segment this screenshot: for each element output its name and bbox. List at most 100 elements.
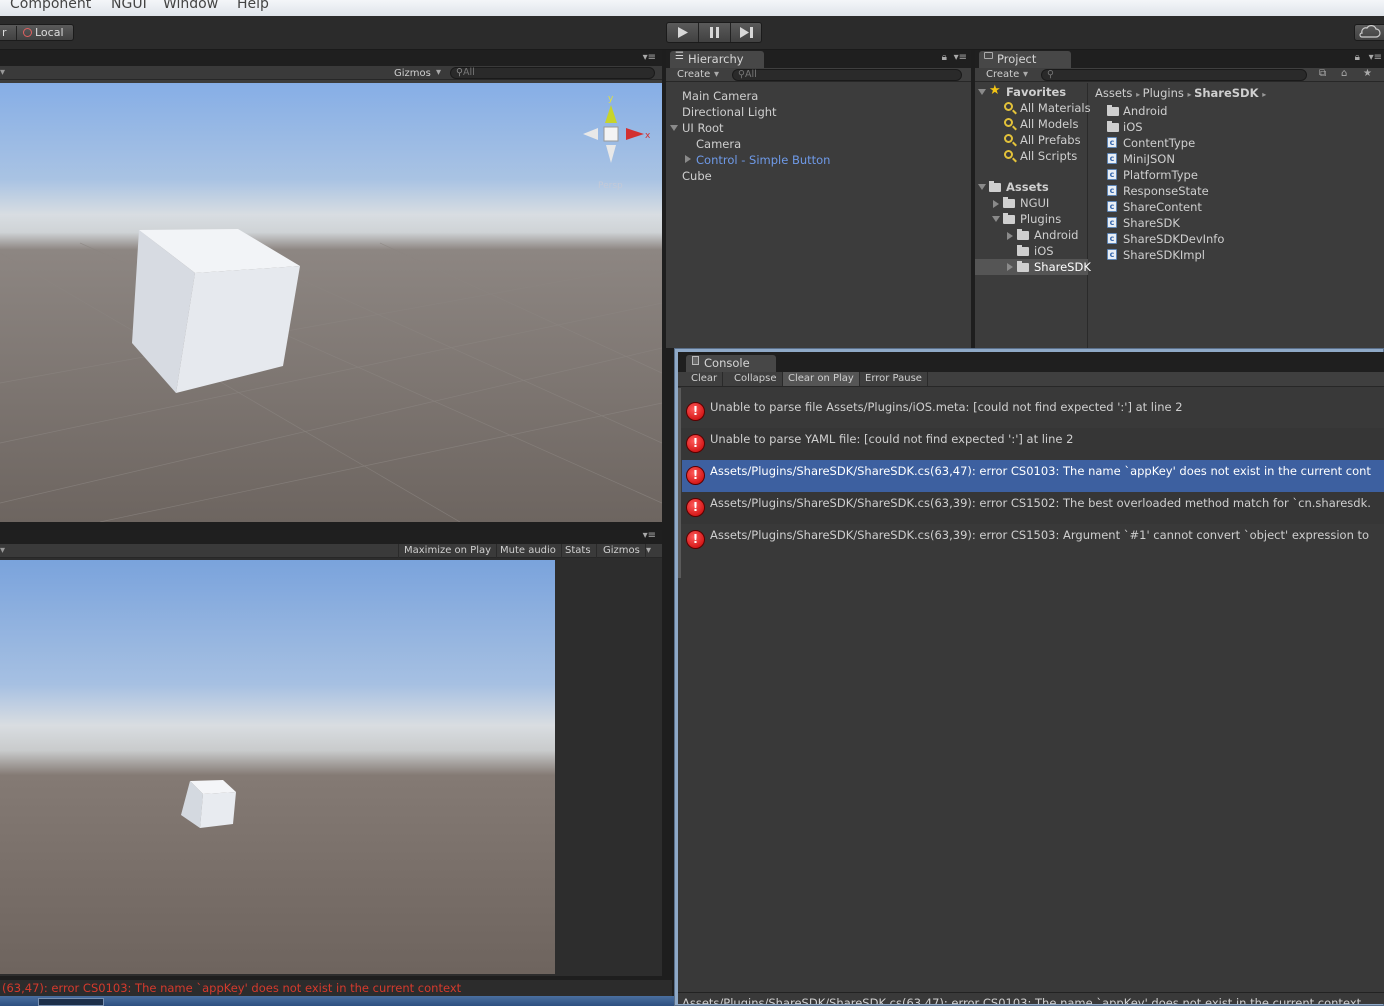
favorite-item[interactable]: All Scripts xyxy=(1020,149,1077,163)
folder-icon xyxy=(984,52,993,59)
project-create-dropdown[interactable]: Create xyxy=(986,69,1019,80)
search-icon: ⚲ xyxy=(456,67,463,78)
asset-item[interactable]: Android xyxy=(1123,104,1167,118)
panel-menu-icon[interactable]: ▾≡ xyxy=(1369,52,1382,63)
menu-component[interactable]: Component xyxy=(10,0,91,12)
favorite-star-icon[interactable]: ★ xyxy=(1363,68,1372,79)
console-detail-text: Assets/Plugins/ShareSDK/ShareSDK.cs(63,4… xyxy=(682,996,1362,1004)
collapse-arrow-icon[interactable] xyxy=(685,155,691,163)
tree-item-ios[interactable]: iOS xyxy=(1034,244,1054,258)
tab-project[interactable]: Project xyxy=(979,51,1071,69)
tab-hierarchy-label: Hierarchy xyxy=(688,52,744,66)
game-viewport[interactable] xyxy=(0,560,555,974)
scene-gizmos-dropdown[interactable]: Gizmos xyxy=(394,68,431,79)
assets-root[interactable]: Assets xyxy=(1006,180,1049,194)
tab-console[interactable]: Console xyxy=(686,355,776,372)
favorites-label[interactable]: Favorites xyxy=(1006,85,1066,99)
console-log-row[interactable]: ! Assets/Plugins/ShareSDK/ShareSDK.cs(63… xyxy=(678,492,1384,524)
pause-button[interactable] xyxy=(699,23,731,42)
play-button[interactable] xyxy=(667,23,699,42)
hierarchy-item[interactable]: Main Camera xyxy=(682,89,758,103)
favorite-item[interactable]: All Prefabs xyxy=(1020,133,1081,147)
asset-item[interactable]: ShareSDK xyxy=(1123,216,1180,230)
menu-help[interactable]: Help xyxy=(237,0,269,12)
game-gizmos-dropdown[interactable]: Gizmos xyxy=(598,544,646,558)
breadcrumb-item[interactable]: Assets xyxy=(1095,86,1132,100)
asset-item[interactable]: iOS xyxy=(1123,120,1143,134)
asset-item[interactable]: ContentType xyxy=(1123,136,1195,150)
scene-search-input[interactable]: ⚲All xyxy=(450,67,655,79)
stats-toggle[interactable]: Stats xyxy=(560,544,597,558)
breadcrumb-item-current[interactable]: ShareSDK xyxy=(1194,86,1258,100)
expand-arrow-icon[interactable] xyxy=(992,216,1000,222)
console-icon xyxy=(692,356,699,365)
tree-item-sharesdk-selected[interactable]: ShareSDK xyxy=(975,259,1091,275)
mute-audio-toggle[interactable]: Mute audio xyxy=(495,544,562,558)
hierarchy-item[interactable]: Cube xyxy=(682,169,712,183)
collapse-arrow-icon[interactable] xyxy=(1007,263,1013,271)
persp-label: Persp xyxy=(598,181,623,191)
project-search-input[interactable]: ⚲ xyxy=(1041,69,1307,81)
console-scrollbar[interactable] xyxy=(678,388,681,578)
favorite-item[interactable]: All Models xyxy=(1020,117,1078,131)
tab-hierarchy[interactable]: ☰ Hierarchy xyxy=(670,51,764,69)
project-panel: Project 🔒︎ ▾≡ Create ▾ ⚲ ⧉ ⌂ ★ ★ Favorit… xyxy=(975,50,1384,348)
console-log-row-selected[interactable]: ! Assets/Plugins/ShareSDK/ShareSDK.cs(63… xyxy=(682,460,1384,492)
lock-icon[interactable]: 🔒︎ xyxy=(1355,52,1360,63)
asset-item[interactable]: ShareSDKImpl xyxy=(1123,248,1205,262)
game-tabbar: ▾≡ xyxy=(0,530,662,544)
hierarchy-search-input[interactable]: ⚲All xyxy=(732,69,962,81)
console-log-row[interactable]: ! Unable to parse file Assets/Plugins/iO… xyxy=(678,396,1384,428)
tree-item-ngui[interactable]: NGUI xyxy=(1020,196,1049,210)
menu-window[interactable]: Window xyxy=(163,0,218,12)
console-clear-button[interactable]: Clear xyxy=(686,372,724,386)
favorite-item[interactable]: All Materials xyxy=(1020,101,1091,115)
csharp-script-icon: c xyxy=(1107,185,1117,196)
expand-arrow-icon[interactable] xyxy=(978,184,986,190)
hierarchy-item-prefab[interactable]: Control - Simple Button xyxy=(696,153,830,167)
panel-menu-icon[interactable]: ▾≡ xyxy=(954,52,967,63)
collapse-arrow-icon[interactable] xyxy=(993,200,999,208)
folder-icon xyxy=(1017,229,1029,240)
maximize-on-play-toggle[interactable]: Maximize on Play xyxy=(398,544,498,558)
asset-item[interactable]: MiniJSON xyxy=(1123,152,1175,166)
folder-icon xyxy=(1017,261,1029,272)
panel-menu-icon[interactable]: ▾≡ xyxy=(643,52,656,63)
filter-label-icon[interactable]: ⌂ xyxy=(1341,68,1347,79)
console-detail-area[interactable]: Assets/Plugins/ShareSDK/ShareSDK.cs(63,4… xyxy=(678,992,1384,1004)
pivot-local-toggle[interactable]: r Local xyxy=(0,24,74,41)
menu-bar: Component NGUI Window Help xyxy=(0,0,1384,16)
search-filter-icon xyxy=(1004,150,1013,159)
breadcrumb-item[interactable]: Plugins xyxy=(1143,86,1184,100)
console-collapse-toggle[interactable]: Collapse xyxy=(729,372,783,386)
lock-icon[interactable]: 🔒︎ xyxy=(942,52,947,63)
tree-item-plugins[interactable]: Plugins xyxy=(1020,212,1061,226)
scene-panel: ▾≡ ▾ Gizmos ▾ ⚲All y x Persp xyxy=(0,50,662,522)
hierarchy-toolbar: Create ▾ ⚲All xyxy=(666,68,971,82)
tree-item-android[interactable]: Android xyxy=(1034,228,1078,242)
scene-viewport[interactable]: y x Persp xyxy=(0,83,662,522)
breadcrumb: Assets ▸ Plugins ▸ ShareSDK ▸ xyxy=(1095,86,1267,100)
console-clear-on-play-toggle[interactable]: Clear on Play xyxy=(783,372,860,386)
panel-menu-icon[interactable]: ▾≡ xyxy=(643,530,656,541)
expand-arrow-icon[interactable] xyxy=(978,89,986,95)
asset-item[interactable]: ShareContent xyxy=(1123,200,1202,214)
console-log-row[interactable]: ! Unable to parse YAML file: [could not … xyxy=(678,428,1384,460)
hierarchy-item[interactable]: UI Root xyxy=(682,121,724,135)
asset-item[interactable]: PlatformType xyxy=(1123,168,1198,182)
taskbar-item[interactable] xyxy=(38,998,104,1006)
filter-type-icon[interactable]: ⧉ xyxy=(1319,68,1326,79)
collapse-arrow-icon[interactable] xyxy=(1007,232,1013,240)
hierarchy-item[interactable]: Directional Light xyxy=(682,105,777,119)
asset-item[interactable]: ShareSDKDevInfo xyxy=(1123,232,1224,246)
hierarchy-item[interactable]: Camera xyxy=(696,137,741,151)
menu-ngui[interactable]: NGUI xyxy=(111,0,147,12)
console-error-pause-toggle[interactable]: Error Pause xyxy=(860,372,928,386)
status-bar[interactable]: (63,47): error CS0103: The name `appKey'… xyxy=(0,980,672,996)
console-log-row[interactable]: ! Assets/Plugins/ShareSDK/ShareSDK.cs(63… xyxy=(678,524,1384,556)
hierarchy-create-dropdown[interactable]: Create xyxy=(677,69,710,80)
asset-item[interactable]: ResponseState xyxy=(1123,184,1209,198)
step-button[interactable] xyxy=(731,23,763,42)
expand-arrow-icon[interactable] xyxy=(670,125,678,131)
cloud-button[interactable] xyxy=(1354,24,1384,41)
